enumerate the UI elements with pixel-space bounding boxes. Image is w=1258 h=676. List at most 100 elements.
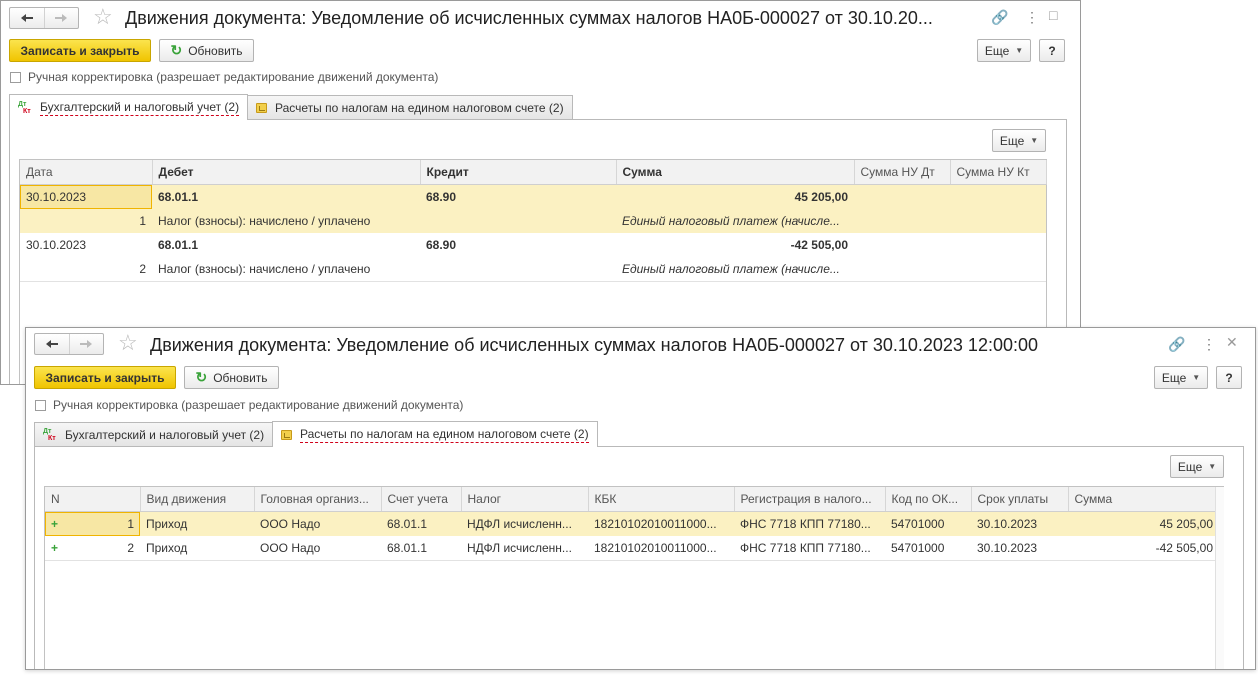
help-button[interactable]: ? [1039,39,1065,62]
chevron-down-icon: ▼ [1015,46,1024,55]
table-scrollbar[interactable] [1215,487,1224,669]
col-movement-kind[interactable]: Вид движения [140,487,255,512]
table-row[interactable]: + 1 Приход ООО Надо 68.01.1 НДФЛ исчисле… [45,511,1219,536]
col-due-date[interactable]: Срок уплаты [971,487,1069,512]
table-more-button[interactable]: Еще ▼ [992,129,1046,152]
cell-credit-subconto[interactable] [420,257,616,282]
cell-account[interactable]: 68.01.1 [381,511,461,536]
help-button[interactable]: ? [1216,366,1242,389]
cell-head-org[interactable]: ООО Надо [254,511,381,536]
cell-n[interactable]: + 1 [45,511,140,536]
cell-credit-subconto[interactable] [420,209,616,233]
arrow-left-icon [45,340,58,348]
col-sum[interactable]: Сумма [1068,487,1220,512]
save-and-close-button[interactable]: Записать и закрыть [9,39,151,62]
maximize-icon[interactable]: □ [1049,7,1057,23]
cell-oktmo[interactable]: 54701000 [885,536,971,561]
col-sum-nu-kt[interactable]: Сумма НУ Кт [950,160,1047,185]
link-icon[interactable]: 🔗 [1168,336,1185,352]
cell-sum[interactable]: -42 505,00 [1068,536,1219,561]
tab-accounting[interactable]: Дт Кт Бухгалтерский и налоговый учет (2) [9,94,249,120]
col-registration[interactable]: Регистрация в налого... [734,487,886,512]
cell-registration[interactable]: ФНС 7718 КПП 77180... [734,536,885,561]
forward-button[interactable] [43,8,79,28]
table-more-button[interactable]: Еще ▼ [1170,455,1224,478]
more-button[interactable]: Еще ▼ [977,39,1031,62]
manual-correction-checkbox[interactable] [10,72,21,83]
refresh-label: Обновить [213,370,268,385]
col-oktmo[interactable]: Код по ОК... [885,487,972,512]
cell-credit[interactable]: 68.90 [420,233,616,257]
table-row-detail[interactable]: 1 Налог (взносы): начислено / уплачено Е… [20,209,1046,233]
col-debit[interactable]: Дебет [152,160,421,185]
col-account[interactable]: Счет учета [381,487,462,512]
favorite-star-icon[interactable]: ☆ [93,6,113,28]
refresh-button[interactable]: ↻ Обновить [184,366,279,389]
table-row-detail[interactable]: 2 Налог (взносы): начислено / уплачено Е… [20,257,1046,282]
cell-account[interactable]: 68.01.1 [381,536,461,561]
more-menu-icon[interactable]: ⋮ [1202,336,1216,352]
col-tax[interactable]: Налог [461,487,589,512]
cell-debit-subconto[interactable]: Налог (взносы): начислено / уплачено [152,209,420,233]
cell-tax[interactable]: НДФЛ исчисленн... [461,511,588,536]
cell-sum[interactable]: 45 205,00 [1068,511,1219,536]
row-number: 2 [127,541,134,555]
cell-movement-kind[interactable]: Приход [140,511,254,536]
cell-credit[interactable]: 68.90 [420,184,616,209]
col-head-org[interactable]: Головная организ... [254,487,382,512]
cell-due-date[interactable]: 30.10.2023 [971,536,1068,561]
ens-settlements-table: N Вид движения Головная организ... Счет … [45,487,1220,561]
cell-sum-nu-dt[interactable] [854,233,950,257]
nav-buttons [34,333,104,355]
refresh-icon: ↻ [170,42,183,58]
back-button[interactable] [10,8,44,28]
more-menu-icon[interactable]: ⋮ [1025,9,1039,25]
cell-head-org[interactable]: ООО Надо [254,536,381,561]
col-kbk[interactable]: КБК [588,487,735,512]
cell-sum[interactable]: 45 205,00 [616,184,854,209]
cell-sum-nu-kt[interactable] [950,233,1046,257]
cell-kbk[interactable]: 18210102010011000... [588,511,734,536]
cell-movement-kind[interactable]: Приход [140,536,254,561]
col-sum[interactable]: Сумма [616,160,855,185]
cell-oktmo[interactable]: 54701000 [885,511,971,536]
table-row[interactable]: 30.10.2023 68.01.1 68.90 -42 505,00 [20,233,1046,257]
col-date[interactable]: Дата [20,160,153,185]
col-sum-nu-dt[interactable]: Сумма НУ Дт [854,160,951,185]
link-icon[interactable]: 🔗 [991,9,1008,25]
cell-kbk[interactable]: 18210102010011000... [588,536,734,561]
cell-debit-subconto[interactable]: Налог (взносы): начислено / уплачено [152,257,420,282]
tab-ens-settlements[interactable]: Расчеты по налогам на едином налоговом с… [247,95,573,120]
arrow-right-icon [80,340,93,348]
cell-due-date[interactable]: 30.10.2023 [971,511,1068,536]
cell-sum-nu-dt[interactable] [854,184,950,209]
tab-ens-settlements[interactable]: Расчеты по налогам на едином налоговом с… [272,421,598,447]
cell-registration[interactable]: ФНС 7718 КПП 77180... [734,511,885,536]
cell-content[interactable]: Единый налоговый платеж (начисле... [616,209,854,233]
save-and-close-button[interactable]: Записать и закрыть [34,366,176,389]
cell-content[interactable]: Единый налоговый платеж (начисле... [616,257,854,282]
cell-date[interactable]: 30.10.2023 [20,184,152,209]
favorite-star-icon[interactable]: ☆ [118,332,138,354]
cell-n[interactable]: + 2 [45,536,140,561]
refresh-button[interactable]: ↻ Обновить [159,39,254,62]
table-row[interactable]: + 2 Приход ООО Надо 68.01.1 НДФЛ исчисле… [45,536,1219,561]
tab-accounting[interactable]: Дт Кт Бухгалтерский и налоговый учет (2) [34,422,274,447]
forward-button[interactable] [68,334,104,354]
col-credit[interactable]: Кредит [420,160,617,185]
col-n[interactable]: N [45,487,141,512]
cell-empty [854,209,950,233]
cell-tax[interactable]: НДФЛ исчисленн... [461,536,588,561]
more-button[interactable]: Еще ▼ [1154,366,1208,389]
window-title: Движения документа: Уведомление об исчис… [150,335,1038,355]
cell-sum-nu-kt[interactable] [950,184,1046,209]
cell-date[interactable]: 30.10.2023 [20,233,152,257]
cell-debit[interactable]: 68.01.1 [152,184,420,209]
close-icon[interactable]: ✕ [1226,334,1238,350]
table-row[interactable]: 30.10.2023 68.01.1 68.90 45 205,00 [20,184,1046,209]
cell-debit[interactable]: 68.01.1 [152,233,420,257]
cell-sum[interactable]: -42 505,00 [616,233,854,257]
manual-correction-checkbox[interactable] [35,400,46,411]
window-title: Движения документа: Уведомление об исчис… [125,8,933,28]
back-button[interactable] [35,334,69,354]
